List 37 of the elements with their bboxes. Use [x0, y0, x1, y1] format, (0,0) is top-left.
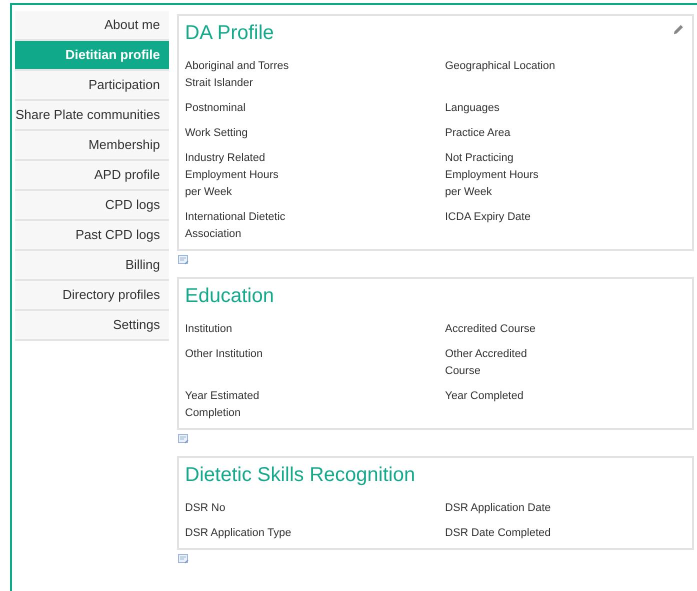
- field-label: Practice Area: [445, 126, 510, 141]
- sidebar-item[interactable]: Share Plate communities: [15, 101, 169, 131]
- field-label: Industry Related Employment Hours per Week: [185, 151, 280, 200]
- field-label: DSR Application Type: [185, 526, 292, 541]
- note-icon[interactable]: [178, 554, 189, 564]
- field-label: Institution: [185, 322, 232, 337]
- sidebar-item[interactable]: Directory profiles: [15, 281, 169, 311]
- field-label: Geographical Location: [445, 59, 556, 74]
- field-label: Work Setting: [185, 126, 248, 141]
- section-title: Dietetic Skills Recognition: [185, 463, 416, 488]
- sidebar-item[interactable]: Settings: [15, 311, 169, 341]
- field-label: DSR No: [185, 501, 226, 516]
- sidebar-item[interactable]: Membership: [15, 131, 169, 161]
- field-label: Year Completed: [445, 389, 524, 404]
- field-label: Aboriginal and Torres Strait Islander: [185, 59, 290, 91]
- field-label: Other Institution: [185, 347, 263, 362]
- field-label: International Dietetic Association: [185, 210, 286, 242]
- field-label: DSR Date Completed: [445, 526, 551, 541]
- field-label: Other Accredited Course: [445, 347, 528, 379]
- field-label: DSR Application Date: [445, 501, 551, 516]
- section-title: DA Profile: [185, 21, 274, 46]
- field-label: Postnominal: [185, 101, 246, 116]
- sidebar-item[interactable]: Participation: [15, 71, 169, 101]
- note-icon[interactable]: [178, 434, 189, 444]
- note-icon[interactable]: [178, 255, 189, 265]
- field-label: Year Estimated Completion: [185, 389, 260, 421]
- field-label: Not Practicing Employment Hours per Week: [445, 151, 540, 200]
- field-label: Accredited Course: [445, 322, 536, 337]
- sidebar-item[interactable]: APD profile: [15, 161, 169, 191]
- sidebar-item[interactable]: Billing: [15, 251, 169, 281]
- section-title: Education: [185, 284, 274, 309]
- field-label: ICDA Expiry Date: [445, 210, 531, 225]
- field-label: Languages: [445, 101, 500, 116]
- edit-icon[interactable]: [673, 24, 684, 35]
- sidebar-item[interactable]: About me: [15, 11, 169, 41]
- sidebar-item[interactable]: CPD logs: [15, 191, 169, 221]
- sidebar-item[interactable]: Past CPD logs: [15, 221, 169, 251]
